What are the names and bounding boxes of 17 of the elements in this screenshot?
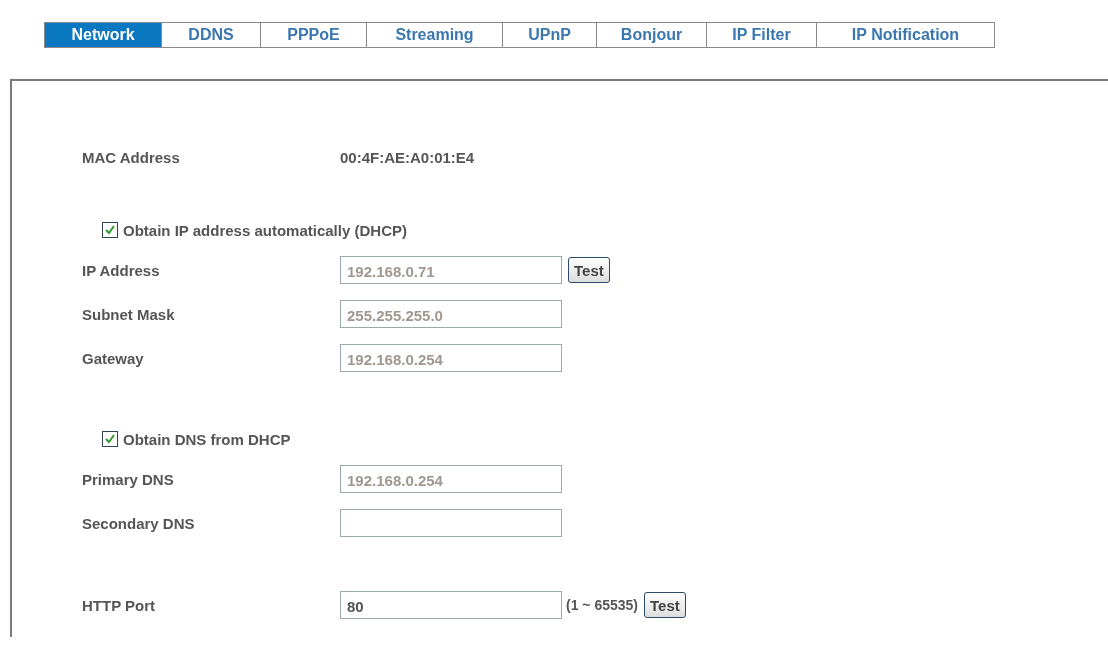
field-label: MAC Address (82, 148, 181, 166)
field-label: Secondary DNS (82, 514, 196, 532)
range-hint: (1 ~ 65535) (566, 597, 638, 613)
input-field[interactable]: 80 (340, 591, 562, 619)
mac-address-value: 00:4F:AE:A0:01:E4 (340, 148, 475, 166)
field-label: HTTP Port (82, 596, 157, 614)
checkbox-label: Obtain DNS from DHCP (123, 430, 291, 448)
field-label: Primary DNS (82, 470, 175, 488)
field-label: Gateway (82, 349, 145, 367)
input-field[interactable] (340, 509, 562, 537)
field-label: Subnet Mask (82, 305, 176, 323)
tab[interactable]: Network (45, 23, 161, 47)
field-label: IP Address (82, 261, 161, 279)
test-button[interactable]: Test (644, 592, 686, 618)
checkbox-label: Obtain IP address automatically (DHCP) (123, 221, 407, 239)
checkbox[interactable] (102, 222, 118, 238)
checkbox[interactable] (102, 431, 118, 447)
